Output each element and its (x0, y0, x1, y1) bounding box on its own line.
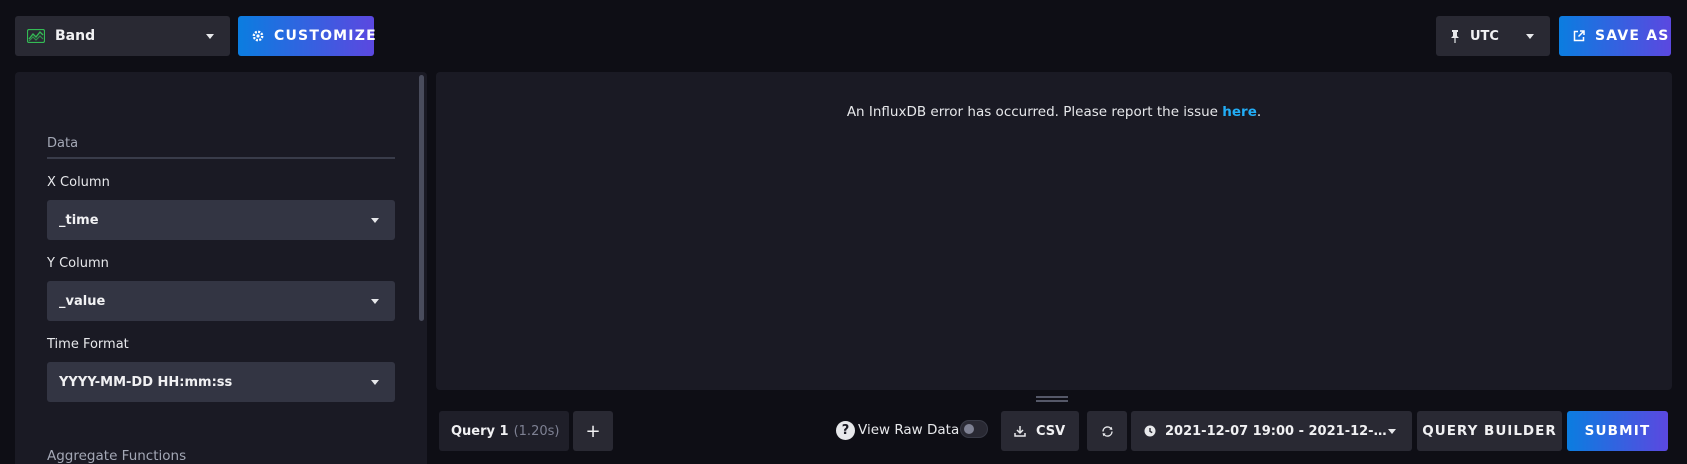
query-time: (1.20s) (513, 423, 560, 439)
refresh-button[interactable] (1087, 411, 1127, 451)
refresh-icon (1101, 425, 1114, 438)
top-toolbar: Band CUSTOMIZE UTC SAVE AS (0, 0, 1687, 72)
resize-handle-line-top[interactable] (1036, 396, 1068, 398)
query-tab[interactable]: Query 1 (1.20s) (439, 411, 569, 451)
download-icon (1014, 425, 1026, 437)
time-range-dropdown[interactable]: 2021-12-07 19:00 - 2021-12-… (1131, 411, 1412, 451)
pin-icon (1450, 29, 1460, 43)
csv-label: CSV (1036, 423, 1066, 439)
panel-scrollbar[interactable] (419, 75, 424, 321)
submit-button[interactable]: SUBMIT (1567, 411, 1668, 451)
save-as-button[interactable]: SAVE AS (1559, 16, 1671, 56)
band-chart-icon (27, 29, 45, 43)
chevron-down-icon (1526, 34, 1534, 39)
chevron-down-icon (206, 34, 214, 39)
csv-download-button[interactable]: CSV (1001, 411, 1079, 451)
chevron-down-icon (371, 380, 379, 385)
customize-button[interactable]: CUSTOMIZE (238, 16, 377, 56)
view-raw-data-toggle[interactable] (960, 420, 988, 438)
time-range-label: 2021-12-07 19:00 - 2021-12-… (1165, 423, 1387, 439)
x-column-value: _time (59, 212, 99, 228)
viz-type-label: Band (55, 28, 96, 44)
query-builder-label: QUERY BUILDER (1422, 423, 1557, 439)
time-format-dropdown[interactable]: YYYY-MM-DD HH:mm:ss (47, 362, 395, 402)
query-tab-label: Query 1 (451, 423, 509, 439)
time-format-label: Time Format (47, 337, 129, 352)
y-column-value: _value (59, 293, 106, 309)
plus-icon: + (585, 420, 601, 442)
customize-label: CUSTOMIZE (274, 28, 377, 44)
section-heading-data: Data (47, 136, 395, 159)
timezone-label: UTC (1470, 28, 1499, 44)
error-suffix: . (1256, 104, 1262, 120)
viz-type-dropdown[interactable]: Band (15, 16, 230, 56)
chevron-down-icon (1388, 429, 1396, 434)
add-query-button[interactable]: + (573, 411, 613, 451)
query-builder-button[interactable]: QUERY BUILDER (1417, 411, 1562, 451)
question-circle-icon[interactable]: ? (836, 421, 855, 440)
chevron-down-icon (371, 299, 379, 304)
time-format-value: YYYY-MM-DD HH:mm:ss (59, 374, 233, 390)
y-column-label: Y Column (47, 256, 109, 271)
timezone-dropdown[interactable]: UTC (1436, 16, 1550, 56)
clock-icon (1144, 425, 1156, 437)
x-column-dropdown[interactable]: _time (47, 200, 395, 240)
external-link-icon (1573, 30, 1585, 42)
error-text: An InfluxDB error has occurred. Please r… (846, 104, 1223, 120)
gear-icon (252, 30, 264, 42)
save-as-label: SAVE AS (1595, 28, 1670, 44)
section-heading-aggregate: Aggregate Functions (47, 448, 187, 464)
customization-panel: Data X Column _time Y Column _value Time… (15, 72, 427, 464)
report-issue-link[interactable]: here (1222, 104, 1257, 120)
error-message: An InfluxDB error has occurred. Please r… (436, 104, 1672, 120)
chevron-down-icon (371, 218, 379, 223)
submit-label: SUBMIT (1584, 423, 1651, 439)
x-column-label: X Column (47, 175, 110, 190)
visualization-area: An InfluxDB error has occurred. Please r… (436, 72, 1672, 390)
y-column-dropdown[interactable]: _value (47, 281, 395, 321)
view-raw-data-label: View Raw Data (858, 422, 960, 438)
resize-handle-line-bottom[interactable] (1036, 400, 1068, 402)
